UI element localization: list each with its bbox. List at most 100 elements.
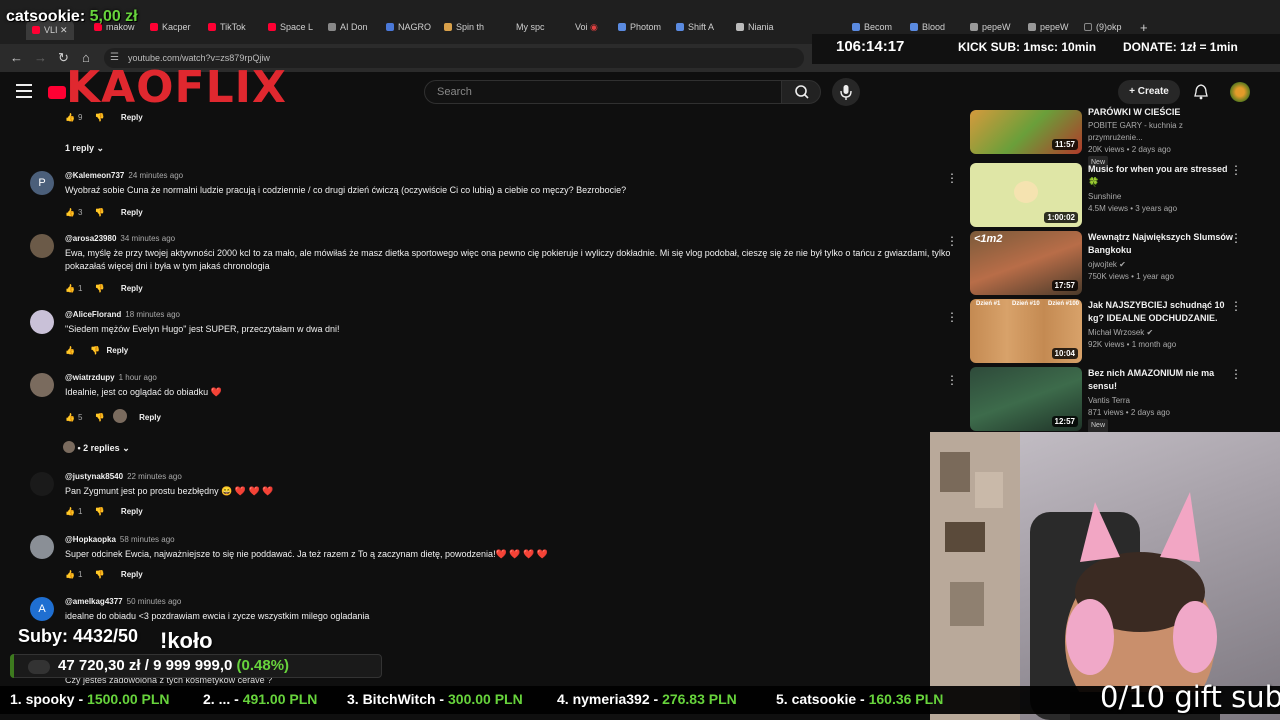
forward-icon[interactable]: → [34,50,47,65]
reply-button[interactable]: Reply [121,208,143,217]
top-donor: 1. spooky - 1500.00 PLN [10,691,170,707]
show-replies-button[interactable]: • 2 replies ⌄ [63,441,130,454]
comment-author[interactable]: @Hopkaopka 58 minutes ago [65,535,175,544]
like-icon[interactable]: 👍 [65,346,75,355]
more-options-icon[interactable]: ⋮ [1230,163,1242,177]
recommended-video[interactable]: Dzień #1 Dzień #10 Dzień #100 10:04 Jak … [970,299,1270,363]
comment: @arosa23980 34 minutes ago Ewa, myślę że … [30,234,960,294]
dislike-icon[interactable]: 👎 [95,284,105,293]
browser-tab[interactable]: My spc [516,22,545,38]
video-title[interactable]: Bez nich AMAZONIUM nie ma sensu! [1088,367,1234,393]
avatar[interactable]: P [30,171,54,195]
reply-button[interactable]: Reply [121,507,143,516]
more-options-icon[interactable]: ⋮ [1230,231,1242,245]
browser-tab[interactable]: Niania [736,22,774,38]
reply-button[interactable]: Reply [139,413,161,422]
hamburger-menu-icon[interactable] [16,84,32,98]
microphone-icon [840,85,852,100]
browser-tab[interactable]: Spin th [444,22,484,38]
browser-tab[interactable]: NAGRO [386,22,431,38]
tab-icon [676,23,684,31]
video-thumbnail[interactable]: 1:00:02 [970,163,1082,227]
recommended-video[interactable]: <1m2 17:57 Wewnątrz Największych Slumsów… [970,231,1270,295]
avatar[interactable] [30,472,54,496]
dislike-icon[interactable]: 👎 [95,413,105,422]
like-icon[interactable]: 👍 [65,570,75,579]
voice-search-button[interactable] [832,78,860,106]
like-icon[interactable]: 👍 [65,413,75,422]
search-input[interactable]: Search [424,80,782,104]
top-donor: 2. ... - 491.00 PLN [203,691,318,707]
comment-actions: 👍 9 👎 Reply [65,113,143,122]
comment: @justynak8540 22 minutes ago Pan Zygmunt … [30,472,960,520]
streamer-webcam-image [930,432,1220,720]
comment-author[interactable]: @wiatrzdupy 1 hour ago [65,373,157,382]
comment-author[interactable]: @arosa23980 34 minutes ago [65,234,175,243]
dislike-icon[interactable]: 👎 [90,346,100,355]
avatar[interactable] [30,535,54,559]
more-options-icon[interactable]: ⋮ [946,171,958,185]
comment: @wiatrzdupy 1 hour ago Idealnie, jest co … [30,373,960,453]
browser-tab[interactable]: Kacper [150,22,191,38]
dislike-icon[interactable]: 👎 [95,507,105,516]
video-meta: ojwojtek ✔ 750K views • 1 year ago [1088,260,1174,281]
reply-button[interactable]: Reply [121,570,143,579]
avatar[interactable] [30,373,54,397]
more-options-icon[interactable]: ⋮ [1230,367,1242,381]
more-options-icon[interactable]: ⋮ [946,310,958,324]
youtube-icon [32,26,40,34]
recommended-video[interactable]: 12:57 Bez nich AMAZONIUM nie ma sensu! V… [970,367,1270,433]
video-title[interactable]: Music for when you are stressed 🍀 [1088,163,1234,189]
youtube-logo-icon[interactable] [48,86,66,99]
goal-avatar [28,660,50,674]
donation-goal-text: 47 720,30 zł / 9 999 999,0 (0.48%) [58,657,290,674]
reply-button[interactable]: Reply [121,113,143,122]
video-thumbnail[interactable]: Dzień #1 Dzień #10 Dzień #100 10:04 [970,299,1082,363]
comment-actions: 👍 1 👎 Reply [65,570,143,579]
recommended-video[interactable]: 1:00:02 Music for when you are stressed … [970,163,1270,227]
dislike-icon[interactable]: 👎 [95,570,105,579]
video-thumbnail[interactable]: 12:57 [970,367,1082,431]
comment: P @Kalemeon737 24 minutes ago Wyobraź sob… [30,171,960,219]
browser-tab[interactable]: Voi ◉ [575,22,598,38]
avatar[interactable]: A [30,597,54,621]
dislike-icon[interactable]: 👎 [95,113,105,122]
avatar[interactable] [30,310,54,334]
video-title[interactable]: Wewnątrz Największych Slumsów Bangkoku [1088,231,1234,257]
video-title[interactable]: PARÓWKI W CIEŚCIE [1088,106,1234,118]
video-thumbnail[interactable]: <1m2 17:57 [970,231,1082,295]
like-icon[interactable]: 👍 [65,208,75,217]
top-donor: 5. catsookie - 160.36 PLN [776,691,944,707]
comment-author[interactable]: @AliceFlorand 18 minutes ago [65,310,180,319]
video-title[interactable]: Jak NAJSZYBCIEJ schudnąć 10 kg? IDEALNE … [1088,299,1234,325]
video-thumbnail[interactable]: 11:57 [970,110,1082,154]
like-icon[interactable]: 👍 [65,507,75,516]
webcam-feed [930,432,1280,720]
reply-button[interactable]: Reply [121,284,143,293]
back-icon[interactable]: ← [10,50,23,65]
browser-tab[interactable]: AI Don [328,22,368,38]
comment-actions: 👍 👎 Reply [65,346,128,355]
more-options-icon[interactable]: ⋮ [1230,299,1242,313]
show-replies-button[interactable]: 1 reply ⌄ [65,143,104,154]
browser-tab[interactable]: Space L [268,22,313,38]
donate-rate: DONATE: 1zł = 1min [1123,40,1238,54]
avatar[interactable] [30,234,54,258]
top-donor: 4. nymeria392 - 276.83 PLN [557,691,737,707]
browser-tab[interactable]: Shift A [676,22,714,38]
comment-author[interactable]: @Kalemeon737 24 minutes ago [65,171,183,180]
tab-icon [736,23,744,31]
browser-tab[interactable]: TikTok [208,22,246,38]
browser-tab[interactable]: Photom [618,22,661,38]
more-options-icon[interactable]: ⋮ [946,373,958,387]
like-icon[interactable]: 👍 [65,113,75,122]
like-icon[interactable]: 👍 [65,284,75,293]
recommended-video[interactable]: 11:57 PARÓWKI W CIEŚCIE POBITE GARY - ku… [970,90,1270,170]
more-options-icon[interactable]: ⋮ [946,234,958,248]
comment-author[interactable]: @justynak8540 22 minutes ago [65,472,182,481]
comment-author[interactable]: @amelkag4377 50 minutes ago [65,597,181,606]
search-button[interactable] [781,80,821,104]
reply-button[interactable]: Reply [106,346,128,355]
comment: A @amelkag4377 50 minutes ago idealne do … [30,597,960,627]
dislike-icon[interactable]: 👎 [95,208,105,217]
